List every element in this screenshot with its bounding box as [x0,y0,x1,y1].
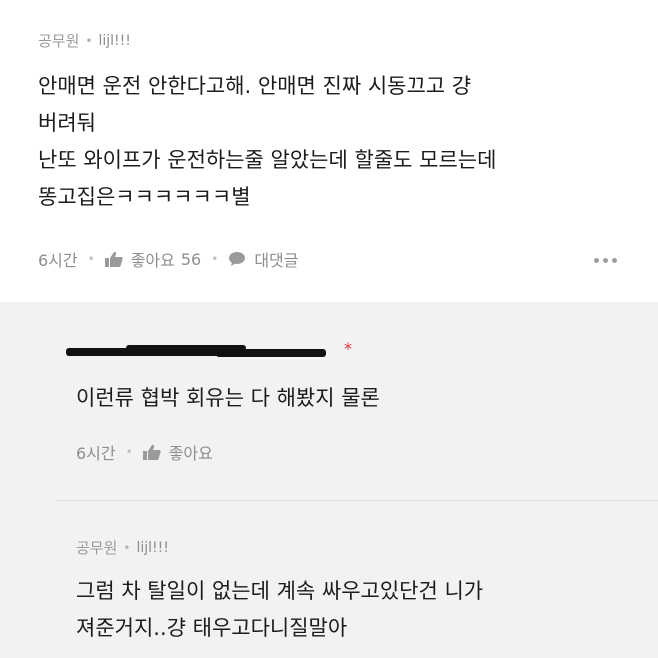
meta-separator: • [123,540,131,555]
comment-line: 버려둬 [38,111,96,135]
comment-actions: 6시간 • 좋아요 56 • 대댓글 [38,247,298,271]
comment-meta: 공무원 • lijl!!! [38,30,131,51]
author-name[interactable]: 공무원 [76,537,117,558]
comment-line: 똥고집은ㅋㅋㅋㅋㅋㅋ별 [38,185,251,209]
thumbs-up-icon [104,251,123,267]
reply-label: 대댓글 [254,251,299,270]
like-count: 56 [180,249,202,269]
comment-time: 6시간 [38,251,78,270]
dot [603,258,608,263]
reply-body: 이런류 협박 회유는 다 해봤지 물론 [76,380,380,417]
more-dots-icon[interactable] [594,258,617,263]
redacted-author [66,344,342,358]
meta-separator: • [85,33,93,48]
action-separator: • [211,252,219,266]
comment-thread: 공무원 • lijl!!! 안매면 운전 안한다고해. 안매면 진짜 시동끄고 … [0,0,658,658]
like-label: 좋아요 [168,444,213,463]
comment-line: 난또 와이프가 운전하는줄 알았는데 할줄도 모르는데 [38,148,497,172]
author-badge: * [344,339,352,358]
reply-body: 그럼 차 탈일이 없는데 계속 싸우고있단건 니가 져준거지..걍 태우고다니질… [76,573,483,647]
reply-actions: 6시간 • 좋아요 [76,440,213,464]
reply-divider [56,500,658,501]
like-button[interactable]: 좋아요 56 [104,247,202,271]
top-comment: 공무원 • lijl!!! 안매면 운전 안한다고해. 안매면 진짜 시동끄고 … [0,0,658,302]
comment-line: 안매면 운전 안한다고해. 안매면 진짜 시동끄고 걍 [38,74,472,98]
like-label: 좋아요 [130,251,175,270]
reply-line: 이런류 협박 회유는 다 해봤지 물론 [76,386,380,410]
action-separator: • [87,252,95,266]
reply-line: 그럼 차 탈일이 없는데 계속 싸우고있단건 니가 [76,579,484,603]
user-id: lijl!!! [98,32,131,49]
reply-meta: 공무원 • lijl!!! [76,537,169,558]
comment-body: 안매면 운전 안한다고해. 안매면 진짜 시동끄고 걍 버려둬 난또 와이프가 … [38,68,496,216]
dot [612,258,617,263]
redaction-scribble [76,352,306,356]
reply-time: 6시간 [76,444,116,463]
like-button[interactable]: 좋아요 [142,440,213,464]
author-name[interactable]: 공무원 [38,30,79,51]
dot [594,258,599,263]
thumbs-up-icon [142,444,161,460]
reply-button[interactable]: 대댓글 [228,247,298,271]
speech-bubble-icon [229,252,246,266]
action-separator: • [125,445,133,459]
reply-line: 져준거지..걍 태우고다니질말아 [76,616,348,640]
user-id: lijl!!! [136,539,169,556]
